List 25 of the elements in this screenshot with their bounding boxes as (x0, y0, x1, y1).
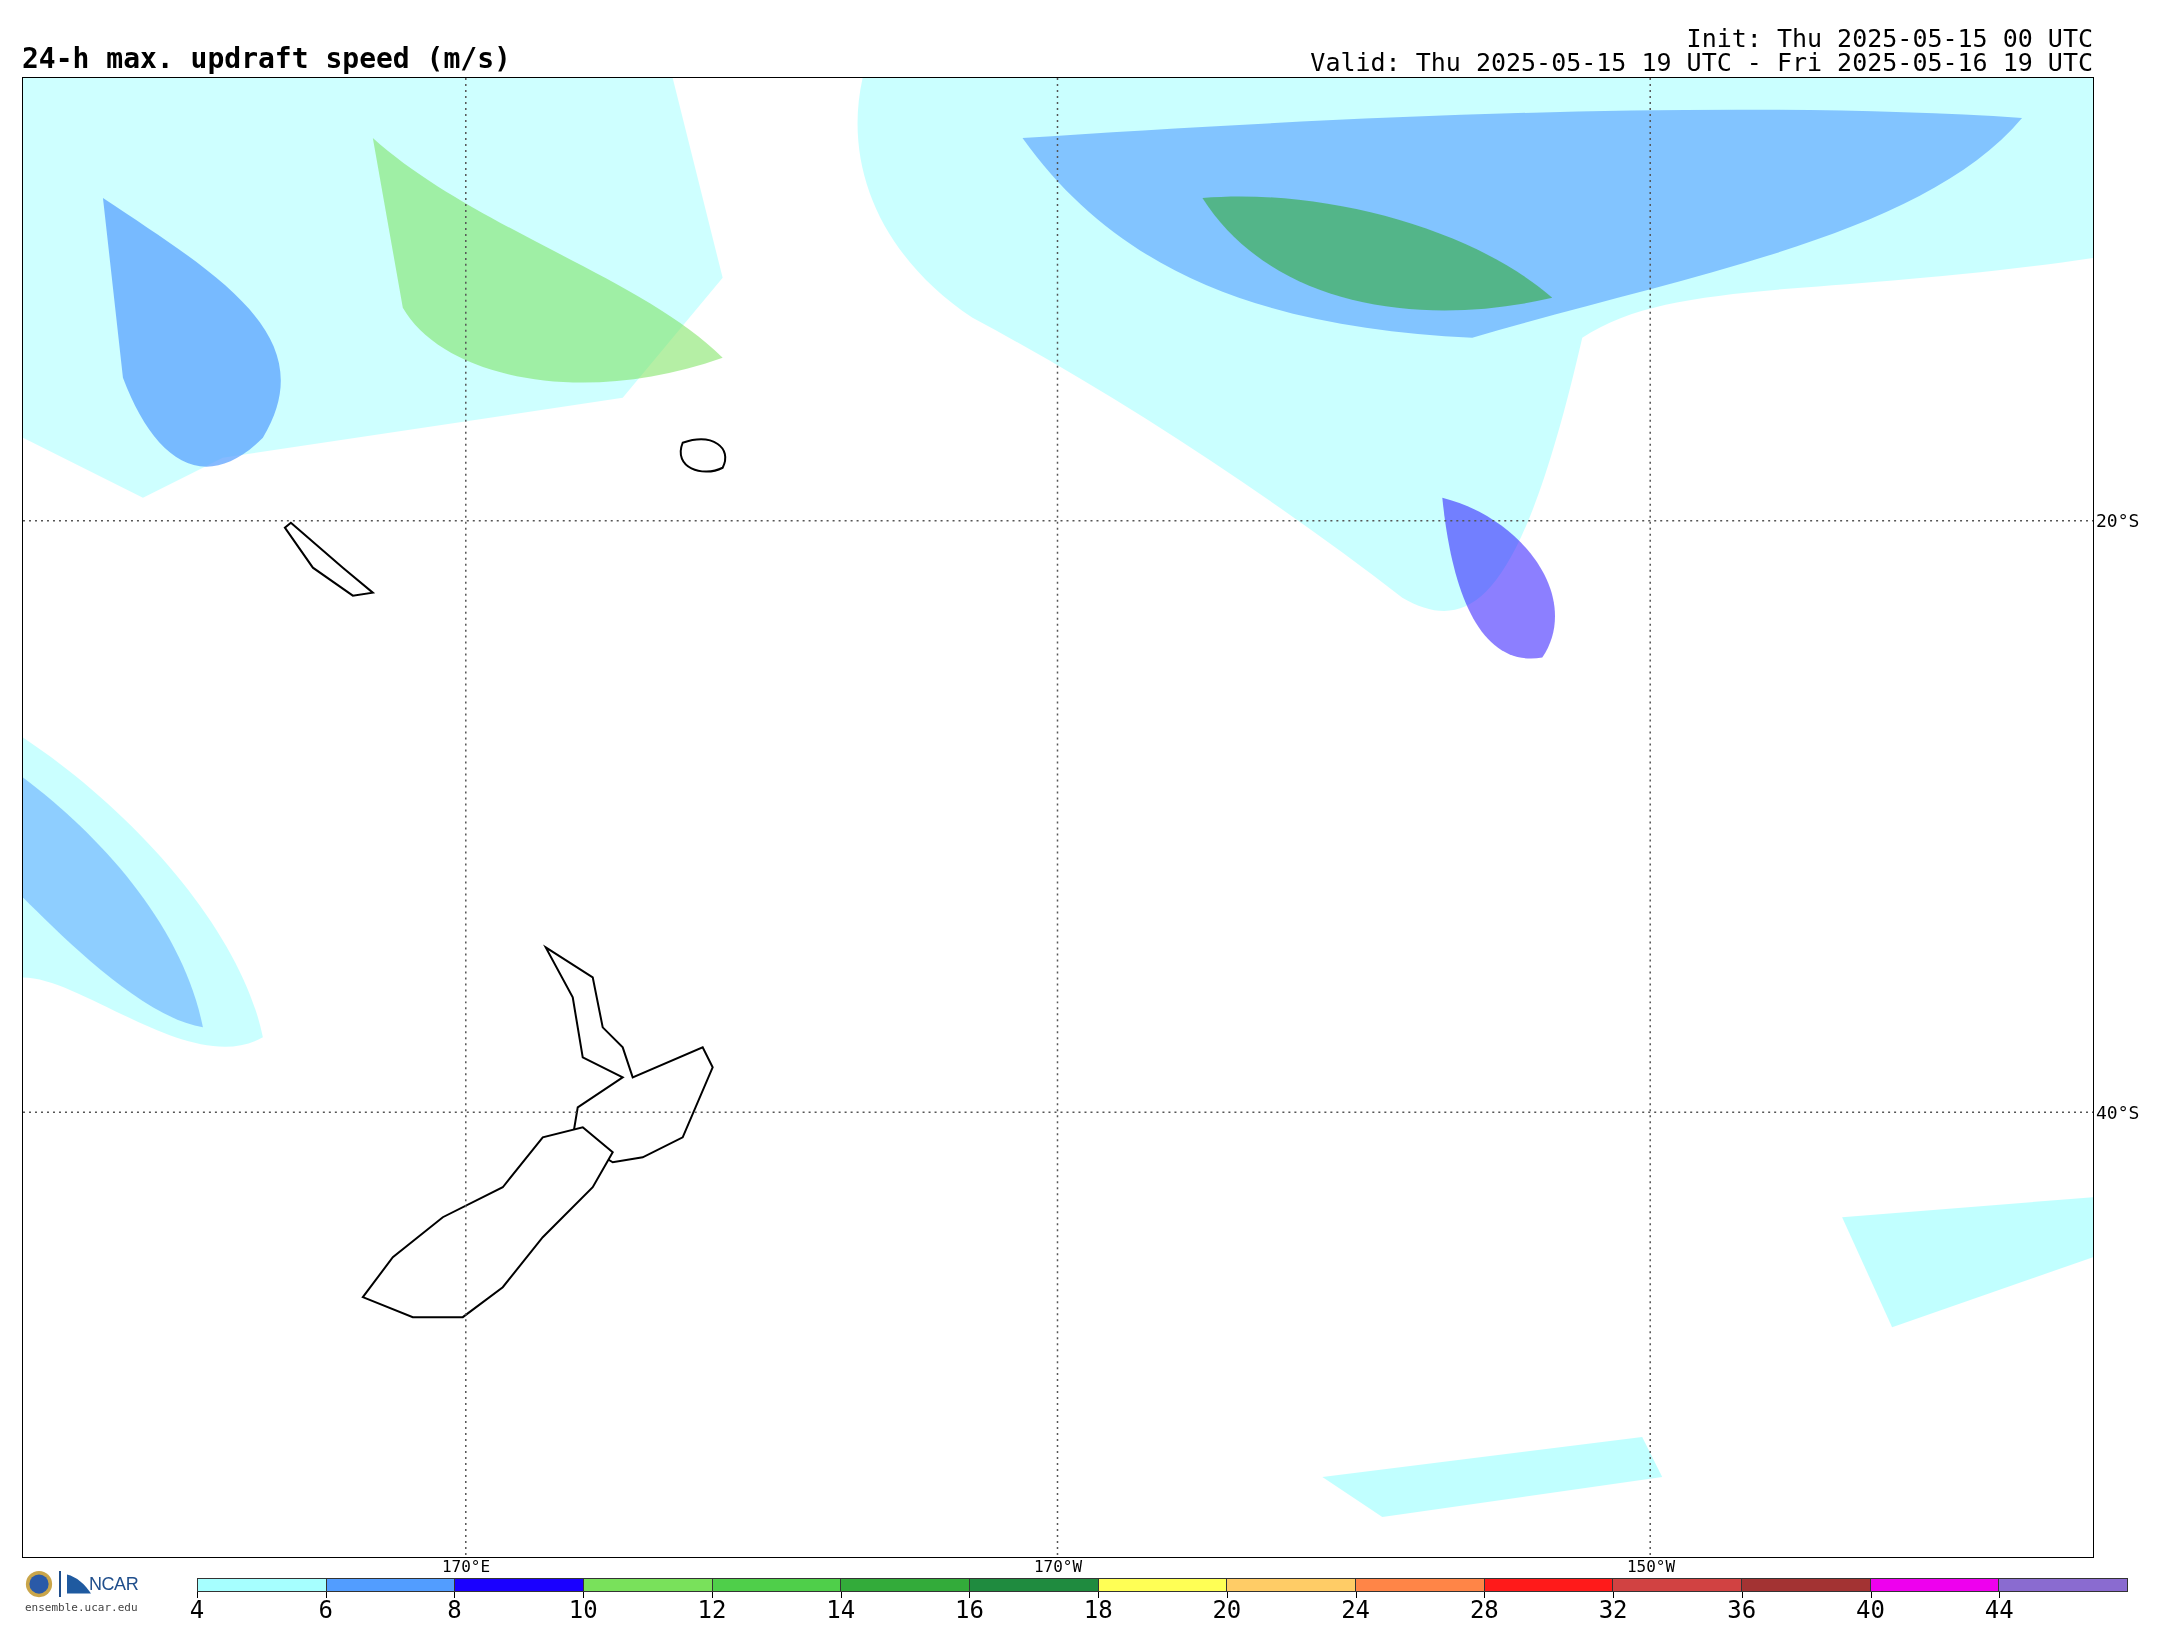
longitude-label: 170°W (1033, 1557, 1083, 1575)
ncar-logo-text: NCAR (89, 1572, 139, 1596)
longitude-label: 170°E (441, 1557, 491, 1575)
legend-tick-label: 44 (1984, 1598, 2014, 1622)
legend-tick-label: 18 (1083, 1598, 1113, 1622)
legend-tick-label: 6 (318, 1598, 333, 1622)
longitude-label: 150°W (1626, 1557, 1676, 1575)
init-time: Init: Thu 2025-05-15 00 UTC (1686, 27, 2093, 51)
legend-tick-label: 36 (1727, 1598, 1757, 1622)
legend-tick-label: 28 (1469, 1598, 1499, 1622)
legend-tick-label: 24 (1341, 1598, 1371, 1622)
legend-tick-label: 16 (954, 1598, 984, 1622)
legend-tick-label: 4 (189, 1598, 205, 1622)
website-url: ensemble.ucar.edu (25, 1602, 139, 1613)
legend-tick-label: 14 (826, 1598, 856, 1622)
valid-period: Valid: Thu 2025-05-15 19 UTC - Fri 2025-05-16 19 UTC (1310, 51, 2093, 75)
latitude-label: 40°S (2095, 1104, 2140, 1122)
legend-tick-label: 32 (1598, 1598, 1628, 1622)
legend-tick-label: 40 (1856, 1598, 1885, 1622)
legend-tick-label: 12 (697, 1598, 727, 1622)
legend-tick-label: 8 (447, 1598, 462, 1622)
latitude-label: 20°S (2095, 512, 2140, 530)
legend-tick-label: 20 (1212, 1598, 1242, 1622)
legend-tick-label: 10 (568, 1598, 598, 1622)
map-title: 24-h max. updraft speed (m/s) (22, 45, 511, 73)
